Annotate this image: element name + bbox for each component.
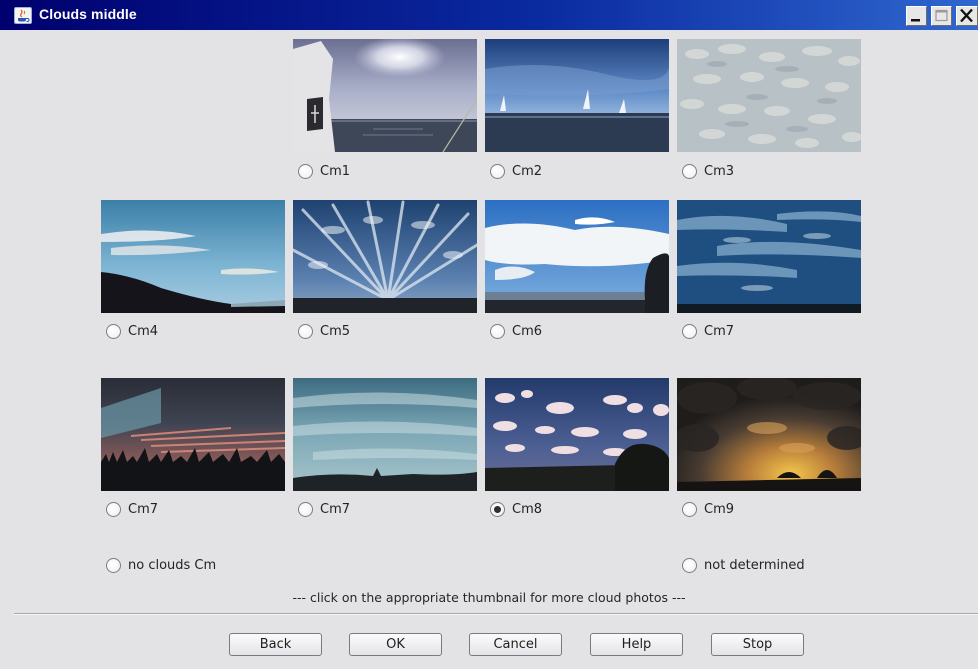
radio-button-icon[interactable]: [490, 323, 505, 339]
radio-label: Cm1: [320, 163, 351, 179]
cancel-button[interactable]: Cancel: [469, 633, 562, 656]
radio-cm7-a[interactable]: Cm7: [682, 321, 734, 341]
radio-button-icon[interactable]: [106, 501, 121, 517]
thumbnail-cm7-a[interactable]: [677, 200, 861, 313]
cm7-photo: [293, 378, 477, 491]
java-coffee-cup-icon[interactable]: [14, 7, 32, 24]
stop-button[interactable]: Stop: [711, 633, 804, 656]
radio-cm2[interactable]: Cm2: [490, 161, 542, 181]
thumbnail-cm9[interactable]: [677, 378, 861, 491]
maximize-icon: [935, 9, 948, 22]
radio-label: Cm6: [512, 323, 543, 339]
maximize-button[interactable]: [931, 6, 952, 26]
radio-label: Cm7: [704, 323, 735, 339]
radio-not-determined[interactable]: not determined: [682, 555, 805, 575]
title-bar[interactable]: Clouds middle: [0, 0, 978, 30]
clouds-middle-window: Clouds middle Cm1 Cm2 Cm3 Cm4 Cm5 Cm6 Cm…: [0, 0, 978, 669]
minimize-button[interactable]: [906, 6, 927, 26]
ok-button[interactable]: OK: [349, 633, 442, 656]
separator: [14, 613, 978, 615]
thumbnail-cm7-c[interactable]: [293, 378, 477, 491]
close-icon: [960, 8, 973, 23]
radio-cm1[interactable]: Cm1: [298, 161, 350, 181]
radio-cm5[interactable]: Cm5: [298, 321, 350, 341]
thumbnail-cm3[interactable]: [677, 39, 861, 152]
radio-button-icon[interactable]: [298, 323, 313, 339]
back-button[interactable]: Back: [229, 633, 322, 656]
thumbnail-cm2[interactable]: [485, 39, 669, 152]
radio-cm4[interactable]: Cm4: [106, 321, 158, 341]
thumbnail-cm6[interactable]: [485, 200, 669, 313]
radio-cm8[interactable]: Cm8: [490, 499, 542, 519]
radio-label: Cm3: [704, 163, 735, 179]
cm7-photo: [101, 378, 285, 491]
radio-label: Cm8: [512, 501, 543, 517]
help-button[interactable]: Help: [590, 633, 683, 656]
radio-button-icon[interactable]: [490, 501, 505, 517]
cm3-photo: [677, 39, 861, 152]
radio-button-icon[interactable]: [490, 163, 505, 179]
radio-button-icon[interactable]: [106, 323, 121, 339]
radio-label: Cm7: [320, 501, 351, 517]
cm4-photo: [101, 200, 285, 313]
minimize-icon: [911, 19, 920, 22]
thumbnail-cm4[interactable]: [101, 200, 285, 313]
cm8-photo: [485, 378, 669, 491]
radio-label: Cm5: [320, 323, 351, 339]
radio-label: Cm9: [704, 501, 735, 517]
radio-button-icon[interactable]: [298, 501, 313, 517]
radio-button-icon[interactable]: [682, 323, 697, 339]
thumbnail-cm1[interactable]: [293, 39, 477, 152]
radio-no-clouds[interactable]: no clouds Cm: [106, 555, 216, 575]
window-title: Clouds middle: [39, 6, 137, 22]
radio-button-icon[interactable]: [682, 501, 697, 517]
radio-cm7-b[interactable]: Cm7: [106, 499, 158, 519]
radio-label: not determined: [704, 557, 805, 573]
cm6-photo: [485, 200, 669, 313]
cm2-photo: [485, 39, 669, 152]
cm1-photo: [293, 39, 477, 152]
cm5-photo: [293, 200, 477, 313]
radio-label: Cm4: [128, 323, 159, 339]
radio-button-icon[interactable]: [298, 163, 313, 179]
radio-button-icon[interactable]: [682, 163, 697, 179]
thumbnail-cm5[interactable]: [293, 200, 477, 313]
radio-cm3[interactable]: Cm3: [682, 161, 734, 181]
radio-label: Cm7: [128, 501, 159, 517]
close-button[interactable]: [956, 6, 978, 26]
hint-text: --- click on the appropriate thumbnail f…: [292, 590, 686, 605]
radio-label: no clouds Cm: [128, 557, 217, 573]
cm7-photo: [677, 200, 861, 313]
radio-label: Cm2: [512, 163, 543, 179]
radio-button-icon[interactable]: [682, 557, 697, 573]
radio-cm7-c[interactable]: Cm7: [298, 499, 350, 519]
radio-cm6[interactable]: Cm6: [490, 321, 542, 341]
radio-cm9[interactable]: Cm9: [682, 499, 734, 519]
thumbnail-cm7-b[interactable]: [101, 378, 285, 491]
thumbnail-cm8[interactable]: [485, 378, 669, 491]
radio-button-icon[interactable]: [106, 557, 121, 573]
cm9-photo: [677, 378, 861, 491]
